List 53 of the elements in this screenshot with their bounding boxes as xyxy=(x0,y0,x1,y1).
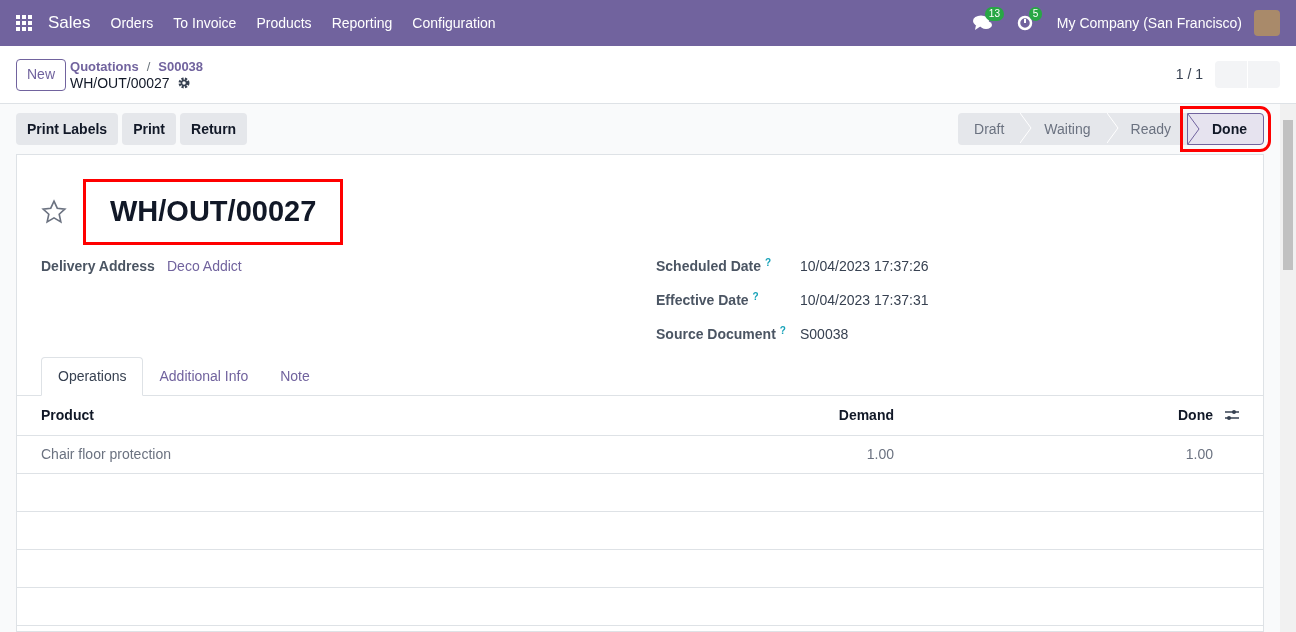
company-name[interactable]: My Company (San Francisco) xyxy=(1056,12,1242,34)
action-button[interactable]: Print xyxy=(122,113,177,145)
field-value: 10/04/2023 17:37:26 xyxy=(800,257,929,276)
field-value: 10/04/2023 17:37:31 xyxy=(800,291,929,310)
field-label: Scheduled Date $^{?}$ xyxy=(656,256,773,276)
chevron-separator-icon xyxy=(1020,113,1033,143)
breadcrumb-separator: / xyxy=(146,58,151,75)
record-name: WH/OUT/00027 xyxy=(70,74,170,91)
activity-count-badge: 5 xyxy=(1028,7,1043,21)
field-label: Delivery Address xyxy=(41,257,156,276)
action-button[interactable]: Return xyxy=(180,113,248,145)
app-name[interactable]: Sales xyxy=(48,10,91,36)
column-header[interactable]: Done xyxy=(894,404,1213,426)
gear-icon[interactable] xyxy=(177,76,190,89)
scrollbar-thumb[interactable] xyxy=(1283,120,1293,270)
navbar-menu-item[interactable]: Products xyxy=(256,12,312,34)
column-settings-icon[interactable] xyxy=(1225,408,1239,422)
pager-value: 1 / 1 xyxy=(1175,65,1203,84)
form-tab[interactable]: Operations xyxy=(41,356,144,396)
navbar-menu-item[interactable]: Orders xyxy=(110,12,154,34)
field-label: Effective Date $^{?}$ xyxy=(656,290,760,310)
new-button[interactable]: New xyxy=(16,58,66,91)
help-mark[interactable]: ? xyxy=(779,325,786,336)
navbar-menu-item[interactable]: To Invoice xyxy=(173,12,237,34)
table-cell-text: Chair floor protection xyxy=(41,444,172,464)
field-value: S00038 xyxy=(800,325,849,344)
column-header[interactable]: Product xyxy=(41,404,694,426)
star-icon[interactable] xyxy=(41,198,67,225)
navbar-menu-item[interactable]: Configuration xyxy=(412,12,496,34)
chevron-separator-icon xyxy=(1188,114,1200,144)
status-stage[interactable]: Draft xyxy=(958,113,1021,145)
record-title: WH/OUT/00027 xyxy=(83,179,344,245)
help-mark[interactable]: ? xyxy=(765,257,772,268)
navbar-menu-item[interactable]: Reporting xyxy=(331,12,393,34)
field-label: Source Document $^{?}$ xyxy=(656,324,787,344)
status-stage[interactable]: Waiting xyxy=(1020,113,1107,145)
breadcrumb-link[interactable]: Quotations xyxy=(70,58,139,75)
apps-menu-icon[interactable] xyxy=(16,15,32,31)
column-header[interactable]: Demand xyxy=(694,404,894,426)
message-count-badge: 13 xyxy=(984,7,1004,21)
table-cell-text: 1.00 xyxy=(1184,444,1213,464)
form-tab[interactable]: Note xyxy=(264,356,326,396)
help-mark[interactable]: ? xyxy=(752,291,759,302)
status-stage[interactable]: Ready xyxy=(1106,113,1187,145)
breadcrumb-link[interactable]: S00038 xyxy=(158,58,204,75)
scrollbar[interactable] xyxy=(1280,104,1296,632)
field-link[interactable]: Deco Addict xyxy=(167,256,242,277)
form-tab[interactable]: Additional Info xyxy=(143,356,265,396)
action-button[interactable]: Print Labels xyxy=(16,113,119,145)
chat-icon[interactable] xyxy=(972,15,993,31)
clock-icon[interactable] xyxy=(1016,15,1033,31)
table-cell-text: 1.00 xyxy=(865,444,894,464)
chevron-separator-icon xyxy=(1106,113,1119,143)
